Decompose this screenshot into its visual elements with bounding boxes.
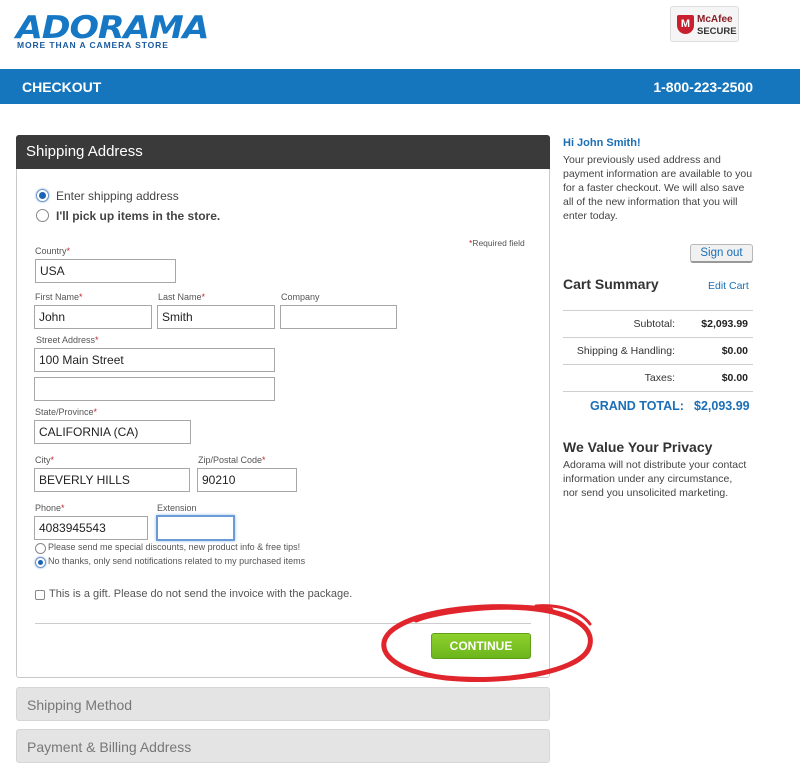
store-pickup-radio[interactable] xyxy=(36,209,49,222)
required-field-note: *Required field xyxy=(469,238,525,248)
country-select[interactable]: USA xyxy=(35,259,176,283)
checkout-header-bar: CHECKOUT 1-800-223-2500 xyxy=(0,69,800,104)
red-highlight-circle-annotation xyxy=(381,604,593,683)
company-label: Company xyxy=(281,292,320,302)
promo-opt-in-radio[interactable] xyxy=(35,543,46,554)
state-label: State/Province* xyxy=(35,407,98,417)
section-title: Shipping Address xyxy=(26,143,143,160)
sign-out-button[interactable]: Sign out xyxy=(690,244,753,263)
taxes-value: $0.00 xyxy=(721,372,748,384)
state-select[interactable]: CALIFORNIA (CA) xyxy=(34,420,191,444)
promo-opt-out-radio[interactable] xyxy=(35,557,46,568)
summary-divider xyxy=(563,337,753,338)
grand-total-value: $2,093.99 xyxy=(694,399,750,413)
shipping-method-title: Shipping Method xyxy=(27,697,133,713)
ship-address-radio[interactable] xyxy=(36,189,49,202)
mcafee-secure-text: SECURE xyxy=(697,26,737,37)
payment-billing-title: Payment & Billing Address xyxy=(27,739,192,755)
company-field[interactable] xyxy=(280,305,397,329)
ship-address-option-label: Enter shipping address xyxy=(56,189,179,203)
grand-total-label: GRAND TOTAL: xyxy=(590,399,684,413)
adorama-logo[interactable]: ADORAMA MORE THAN A CAMERA STORE xyxy=(16,10,210,50)
last-name-field[interactable]: Smith xyxy=(157,305,275,329)
last-name-label: Last Name* xyxy=(158,292,206,302)
user-greeting: Hi John Smith! xyxy=(563,137,641,149)
city-field[interactable]: BEVERLY HILLS xyxy=(34,468,190,492)
edit-cart-link[interactable]: Edit Cart xyxy=(708,280,749,292)
subtotal-value: $2,093.99 xyxy=(701,318,748,330)
city-label: City* xyxy=(35,455,55,465)
page-title: CHECKOUT xyxy=(22,79,102,95)
summary-divider xyxy=(563,364,753,365)
extension-label: Extension xyxy=(157,503,197,513)
saved-info-message: Your previously used address and payment… xyxy=(563,154,753,222)
mcafee-secure-badge[interactable]: M McAfee SECURE xyxy=(670,6,739,42)
phone-label: Phone* xyxy=(35,503,65,513)
mcafee-shield-icon: M xyxy=(677,15,694,34)
zip-label: Zip/Postal Code* xyxy=(198,455,266,465)
logo-tagline: MORE THAN A CAMERA STORE xyxy=(17,40,169,50)
payment-billing-section[interactable]: Payment & Billing Address xyxy=(16,729,550,763)
cart-summary-title: Cart Summary xyxy=(563,276,659,292)
street-address-line2-field[interactable] xyxy=(34,377,275,401)
summary-divider xyxy=(563,391,753,392)
privacy-title: We Value Your Privacy xyxy=(563,439,713,455)
shipping-handling-label: Shipping & Handling: xyxy=(576,345,675,357)
phone-field[interactable]: 4083945543 xyxy=(34,516,148,540)
subtotal-label: Subtotal: xyxy=(633,318,675,330)
gift-label: This is a gift. Please do not send the i… xyxy=(49,588,353,600)
street-address-field[interactable]: 100 Main Street xyxy=(34,348,275,372)
shipping-address-header: Shipping Address xyxy=(16,135,550,169)
shipping-handling-value: $0.00 xyxy=(721,345,748,357)
store-pickup-option-label: I'll pick up items in the store. xyxy=(56,209,221,223)
gift-checkbox[interactable] xyxy=(35,590,45,600)
promo-opt-out-label: No thanks, only send notifications relat… xyxy=(48,556,306,566)
first-name-field[interactable]: John xyxy=(34,305,152,329)
country-label: Country* xyxy=(35,246,71,256)
first-name-label: First Name* xyxy=(35,292,83,302)
mcafee-brand-text: McAfee xyxy=(697,14,733,25)
privacy-text: Adorama will not distribute your contact… xyxy=(563,459,747,499)
taxes-label: Taxes: xyxy=(644,372,675,384)
promo-opt-in-label: Please send me special discounts, new pr… xyxy=(48,542,301,552)
zip-field[interactable]: 90210 xyxy=(197,468,297,492)
shipping-method-section[interactable]: Shipping Method xyxy=(16,687,550,721)
support-phone: 1-800-223-2500 xyxy=(653,79,753,95)
summary-divider xyxy=(563,310,753,311)
street-address-label: Street Address* xyxy=(36,335,99,345)
extension-field[interactable] xyxy=(156,515,235,541)
